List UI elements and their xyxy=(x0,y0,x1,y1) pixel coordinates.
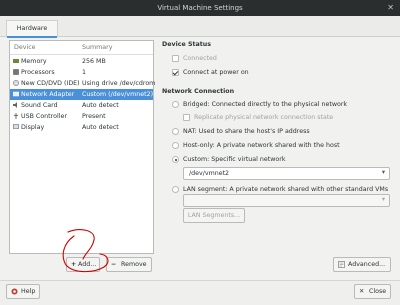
advanced-button[interactable]: Advanced... xyxy=(333,257,391,272)
column-header-summary[interactable]: Summary xyxy=(82,44,112,51)
device-name: New CD/DVD (IDE) xyxy=(21,80,80,87)
advanced-label: Advanced... xyxy=(348,261,386,268)
advanced-icon xyxy=(338,258,345,273)
lan-segment-label: LAN segment: A private network shared wi… xyxy=(183,186,389,193)
tab-bar: Hardware xyxy=(0,16,400,38)
processor-icon xyxy=(13,69,19,75)
device-name: Sound Card xyxy=(21,102,58,109)
device-row-processors[interactable]: Processors 1 xyxy=(10,67,153,78)
display-icon xyxy=(13,124,19,130)
device-row-network-adapter[interactable]: Network Adapter Custom (/dev/vmnet2) xyxy=(10,89,153,100)
dropdown-arrow-icon: ▾ xyxy=(381,169,385,176)
device-name: Processors xyxy=(21,69,55,76)
custom-radio[interactable] xyxy=(172,156,179,163)
column-header-device[interactable]: Device xyxy=(14,44,36,51)
connected-checkbox[interactable] xyxy=(172,55,179,62)
annotation-circle xyxy=(62,229,109,273)
device-name: USB Controller xyxy=(21,113,67,120)
replicate-state-label: Replicate physical network connection st… xyxy=(194,114,334,121)
device-summary: 256 MB xyxy=(82,58,106,65)
window-close-icon[interactable]: ✕ xyxy=(387,3,394,12)
close-button[interactable]: ✕ Close xyxy=(354,284,391,299)
device-summary: Present xyxy=(82,113,106,120)
close-icon: ✕ xyxy=(359,288,365,295)
network-connection-heading: Network Connection xyxy=(162,88,235,95)
window-title: Virtual Machine Settings xyxy=(157,4,243,12)
device-name: Memory xyxy=(21,58,47,65)
replicate-state-checkbox[interactable] xyxy=(183,114,190,121)
network-adapter-icon xyxy=(12,91,20,97)
device-list[interactable]: Device Summary Memory 256 MB Processors … xyxy=(9,40,156,254)
device-row-sound-card[interactable]: Sound Card Auto detect xyxy=(10,100,153,111)
lan-segments-button[interactable]: LAN Segments... xyxy=(183,208,245,223)
device-summary: Auto detect xyxy=(82,124,119,131)
memory-icon xyxy=(13,58,19,64)
dropdown-arrow-icon: ▾ xyxy=(381,196,385,203)
custom-network-select[interactable]: /dev/vmnet2 ▾ xyxy=(183,167,390,180)
host-only-label: Host-only: A private network shared with… xyxy=(183,142,340,149)
device-summary: Using drive /dev/cdrom xyxy=(82,80,156,87)
connected-label: Connected xyxy=(183,55,217,62)
device-summary: 1 xyxy=(82,69,87,76)
host-only-radio[interactable] xyxy=(172,142,179,149)
help-button[interactable]: Help xyxy=(6,284,40,299)
help-icon xyxy=(11,285,18,300)
bottom-bar xyxy=(0,280,400,305)
nat-label: NAT: Used to share the host's IP address xyxy=(183,128,310,135)
device-row-usb-controller[interactable]: USB Controller Present xyxy=(10,111,153,122)
connect-at-power-on-label: Connect at power on xyxy=(183,69,249,76)
device-name: Display xyxy=(21,124,45,131)
lan-segment-radio[interactable] xyxy=(172,186,179,193)
lan-segment-select[interactable]: ▾ xyxy=(183,194,390,207)
remove-device-label: Remove xyxy=(121,261,147,268)
custom-network-value: /dev/vmnet2 xyxy=(189,170,230,177)
help-label: Help xyxy=(21,288,36,295)
usb-icon xyxy=(13,113,19,119)
device-status-heading: Device Status xyxy=(162,41,211,48)
close-label: Close xyxy=(369,288,387,295)
tab-hardware[interactable]: Hardware xyxy=(6,20,58,38)
device-row-display[interactable]: Display Auto detect xyxy=(10,122,153,133)
sound-card-icon xyxy=(13,102,19,108)
cdrom-icon xyxy=(12,79,20,87)
bridged-label: Bridged: Connected directly to the physi… xyxy=(183,101,348,108)
title-bar: Virtual Machine Settings ✕ xyxy=(0,0,400,16)
device-row-memory[interactable]: Memory 256 MB xyxy=(10,56,153,67)
device-summary: Auto detect xyxy=(82,102,119,109)
device-list-header: Device Summary xyxy=(10,41,153,55)
bridged-radio[interactable] xyxy=(172,101,179,108)
nat-radio[interactable] xyxy=(172,128,179,135)
device-name: Network Adapter xyxy=(21,91,75,98)
connect-at-power-on-checkbox[interactable] xyxy=(172,69,179,76)
device-row-cdrom[interactable]: New CD/DVD (IDE) Using drive /dev/cdrom xyxy=(10,78,156,89)
device-summary: Custom (/dev/vmnet2) xyxy=(82,91,154,98)
custom-label: Custom: Specific virtual network xyxy=(183,156,286,163)
